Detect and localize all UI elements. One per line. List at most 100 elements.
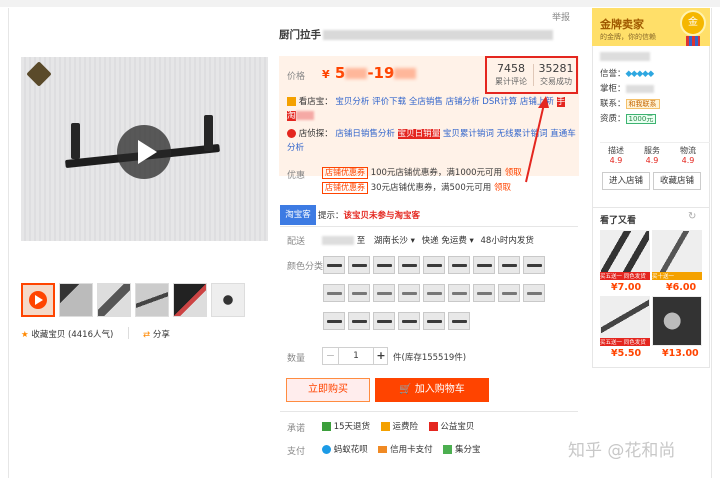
color-swatch[interactable] [323,312,345,330]
taobaoke-tip: 提示：该宝贝未参与淘宝客 [318,209,420,221]
shipping-row: 至 湖南长沙 ▾ 快递 免运费 ▾ 48小时内发货 [322,234,534,246]
seller-row-contact: 联系： 和我联系 [600,97,710,112]
color-swatch[interactable] [398,256,420,274]
score-service-label: 服务 [644,146,660,155]
owner-redacted [625,84,654,93]
color-swatch[interactable] [498,256,520,274]
color-swatch[interactable] [498,284,520,302]
thumbnail-3[interactable] [97,283,131,317]
add-to-cart-label: 加入购物车 [414,384,465,395]
promise-row: 15天退货 运费险 公益宝贝 [322,420,474,432]
price-symbol: ¥ [322,68,330,81]
color-swatch[interactable] [398,312,420,330]
deals-label: 交易成功 [540,77,572,86]
color-swatch[interactable] [423,312,445,330]
reviews-stat[interactable]: 7458 累计评论 [489,62,533,87]
dzt-link-2[interactable]: 宝贝日销量 [397,129,441,139]
payment-item-2[interactable]: 信用卡支付 [390,445,433,455]
deposit-badge[interactable]: 1000元 [625,114,657,124]
reviews-count: 7458 [497,62,525,75]
kdb-link-4[interactable]: 店铺分析 [446,97,480,107]
score-logistics-value: 4.9 [681,156,695,165]
color-swatch[interactable] [423,284,445,302]
price-value: ¥ 5 -19 [322,64,417,82]
color-label: 颜色分类 [287,262,324,272]
rec-price-3: ¥5.50 [611,348,642,359]
report-link[interactable]: 举报 [552,10,570,23]
payment-item-3[interactable]: 集分宝 [455,445,481,455]
kandianbao-icon [287,97,296,106]
buy-now-button[interactable]: 立即购买 [286,378,370,402]
color-swatch[interactable] [448,312,470,330]
color-swatch[interactable] [323,284,345,302]
score-service: 服务 4.9 [638,145,666,165]
add-to-cart-button[interactable]: 🛒 加入购物车 [375,378,489,402]
contact-button[interactable]: 和我联系 [625,99,660,109]
kdb-link-8[interactable]: 淘 [287,111,296,121]
quantity-increase-button[interactable]: + [373,348,388,364]
refresh-icon[interactable]: ↻ [688,211,696,222]
promise-item-3[interactable]: 公益宝贝 [440,422,474,432]
play-video-button[interactable] [117,125,171,179]
dianzhentan-label: 店侦探： [298,129,333,139]
score-logistics-label: 物流 [680,146,696,155]
thumbnail-4[interactable] [135,283,169,317]
dzt-link-4[interactable]: 无线累计销词 [497,129,548,139]
share-icon: ⇄ [143,330,151,340]
thumbnail-5[interactable] [173,283,207,317]
gold-seller-sub: 的金牌，你的信赖 [600,33,656,41]
kdb-link-6[interactable]: 店铺上新 [520,97,554,107]
share-link[interactable]: ⇄ 分享 [143,328,170,340]
thumbnail-video[interactable] [21,283,55,317]
color-swatch[interactable] [523,284,545,302]
promise-item-2[interactable]: 运费险 [392,422,418,432]
shipping-destination[interactable]: 湖南长沙 [374,236,408,246]
favorite-store-button[interactable]: 收藏店铺 [653,172,701,190]
dzt-link-1[interactable]: 店铺日销售分析 [335,129,395,139]
quantity-decrease-button[interactable]: − [323,348,339,364]
rec-tag-1: 买五送一 同色发货 [600,272,650,280]
favorite-item-link[interactable]: ★ 收藏宝贝 (4416人气) [21,328,113,340]
payment-item-1[interactable]: 蚂蚁花呗 [334,445,368,455]
color-swatch[interactable] [423,256,445,274]
color-swatch[interactable] [373,256,395,274]
color-swatch[interactable] [448,256,470,274]
score-desc: 描述 4.9 [602,145,630,165]
kdb-link-7[interactable]: 手 [556,97,566,107]
kdb-link-2[interactable]: 评价下载 [372,97,406,107]
kdb-link-3[interactable]: 全店销售 [409,97,443,107]
shipping-to: 至 [356,236,366,246]
shipping-origin-redacted [322,236,354,245]
quantity-input[interactable]: 1 [339,348,373,364]
color-swatch[interactable] [448,284,470,302]
color-swatch[interactable] [323,256,345,274]
promise-item-1[interactable]: 15天退货 [334,422,370,432]
sales-stats-box: 7458 累计评论 35281 交易成功 [485,56,578,94]
thumbnail-6[interactable] [211,283,245,317]
color-swatch[interactable] [473,284,495,302]
main-product-image[interactable] [21,57,268,241]
title-redacted [323,30,553,40]
color-swatch[interactable] [523,256,545,274]
shipping-express[interactable]: 快递 免运费 [422,236,467,246]
coupon-get-1[interactable]: 领取 [505,168,522,178]
tab-taobaoke[interactable]: 淘宝客 [280,205,316,225]
rec-item-4[interactable] [652,296,702,346]
score-desc-value: 4.9 [609,156,623,165]
color-swatch[interactable] [398,284,420,302]
coupon-get-2[interactable]: 领取 [494,183,511,193]
color-swatch[interactable] [348,312,370,330]
color-swatch[interactable] [373,312,395,330]
kdb-link-5[interactable]: DSR计算 [482,97,517,107]
thumbnail-2[interactable] [59,283,93,317]
kdb-link-1[interactable]: 宝贝分析 [335,97,369,107]
color-swatch[interactable] [348,284,370,302]
dzt-link-3[interactable]: 宝贝累计销词 [443,129,494,139]
color-swatch[interactable] [373,284,395,302]
coupon-text-1: 100元店铺优惠券，满1000元可用 [370,168,503,178]
color-swatch[interactable] [348,256,370,274]
kandianbao-label: 看店宝： [298,97,333,107]
deals-stat[interactable]: 35281 交易成功 [534,62,578,87]
color-swatch[interactable] [473,256,495,274]
enter-store-button[interactable]: 进入店铺 [602,172,650,190]
